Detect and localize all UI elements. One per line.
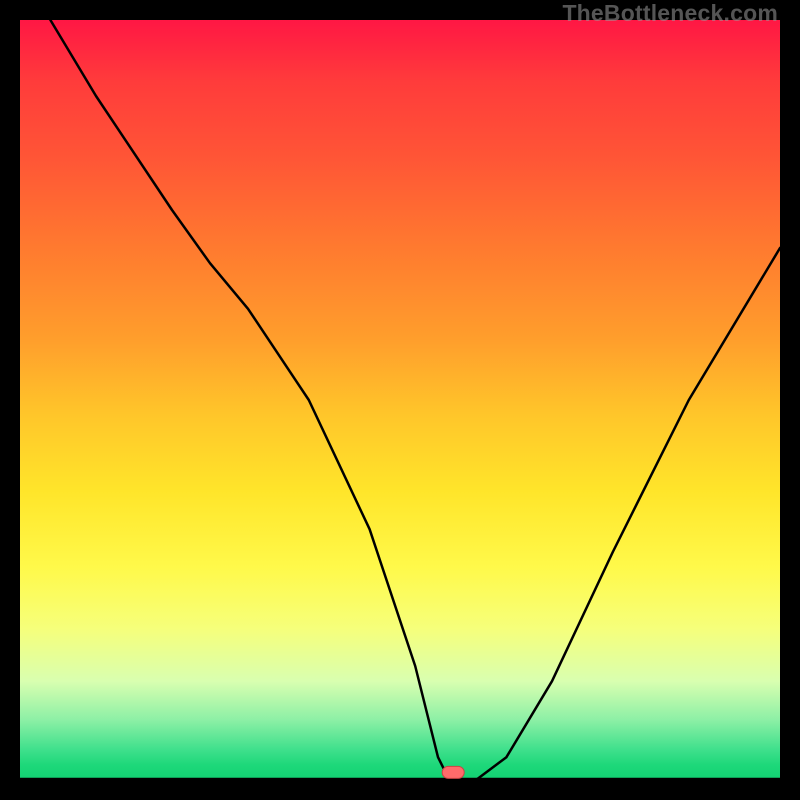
marker-pill (442, 766, 464, 778)
watermark-text: TheBottleneck.com (562, 0, 778, 27)
curve-path (50, 20, 780, 780)
chart-frame: TheBottleneck.com (0, 0, 800, 800)
bottleneck-curve (20, 20, 780, 780)
